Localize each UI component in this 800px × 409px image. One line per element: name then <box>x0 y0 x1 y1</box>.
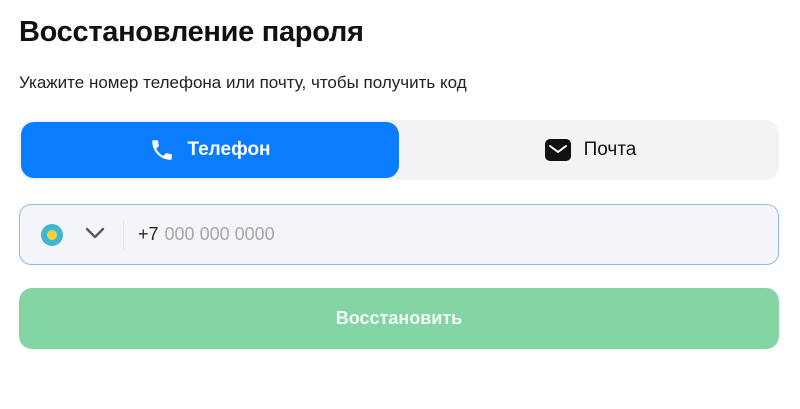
restore-button[interactable]: Восстановить <box>19 288 779 349</box>
password-recovery-page: Восстановление пароля Укажите номер теле… <box>0 0 800 409</box>
tab-phone[interactable]: Телефон <box>21 122 399 178</box>
tab-email[interactable]: Почта <box>401 120 779 180</box>
mail-icon <box>544 138 572 162</box>
tab-email-label: Почта <box>583 139 637 160</box>
tab-phone-label: Телефон <box>187 139 271 160</box>
chevron-down-icon <box>85 226 105 244</box>
country-code-select[interactable] <box>20 205 105 264</box>
field-divider <box>123 219 124 250</box>
phone-input[interactable] <box>164 224 725 245</box>
page-subtitle: Укажите номер телефона или почту, чтобы … <box>19 73 467 92</box>
phone-field: +7 <box>19 204 779 265</box>
recovery-method-tabs: Телефон Почта <box>19 120 779 180</box>
phone-icon <box>149 137 175 163</box>
page-title: Восстановление пароля <box>19 16 364 48</box>
dial-code: +7 <box>138 224 159 244</box>
kazakhstan-flag-icon <box>41 223 63 246</box>
